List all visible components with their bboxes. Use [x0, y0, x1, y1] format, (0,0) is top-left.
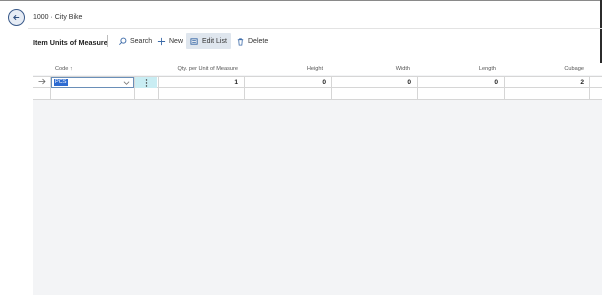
page-frame: 1000 · City Bike Item Units of Measure S…: [0, 0, 602, 295]
plus-icon: [157, 37, 166, 45]
table-row-empty[interactable]: [33, 88, 602, 100]
column-divider: [158, 76, 159, 100]
column-header-height[interactable]: Height: [246, 66, 323, 72]
column-header-qty[interactable]: Qty. per Unit of Measure: [160, 66, 238, 72]
delete-button[interactable]: Delete: [232, 33, 272, 49]
column-divider: [244, 76, 245, 100]
height-cell[interactable]: 0: [246, 79, 326, 86]
search-button[interactable]: Search: [114, 33, 156, 49]
code-field[interactable]: PCS: [51, 77, 134, 88]
list-title: Item Units of Measure: [33, 38, 108, 47]
more-options-icon: [145, 78, 147, 87]
width-cell[interactable]: 0: [332, 79, 411, 86]
column-header-width[interactable]: Width: [332, 66, 410, 72]
column-header-length[interactable]: Length: [418, 66, 496, 72]
cubage-cell[interactable]: 2: [505, 79, 584, 86]
column-header-code[interactable]: Code ↑: [55, 66, 73, 72]
search-label: Search: [130, 37, 153, 45]
row-actions-button[interactable]: [135, 77, 157, 88]
search-icon: [119, 37, 127, 45]
back-button[interactable]: [8, 9, 25, 26]
edit-list-button[interactable]: Edit List: [186, 33, 231, 49]
delete-label: Delete: [248, 37, 269, 45]
current-row-arrow-icon: [38, 78, 46, 85]
page-title: 1000 · City Bike: [33, 14, 83, 21]
back-arrow-icon: [13, 14, 20, 21]
top-border: [0, 0, 602, 1]
column-divider: [589, 76, 590, 100]
header-divider: [28, 28, 602, 29]
toolbar-separator: [107, 35, 108, 47]
trash-icon: [237, 37, 244, 46]
length-cell[interactable]: 0: [418, 79, 498, 86]
new-button[interactable]: New: [153, 33, 187, 49]
qty-cell[interactable]: 1: [160, 79, 238, 86]
new-label: New: [169, 37, 184, 45]
column-header-cubage[interactable]: Cubage: [505, 66, 584, 72]
chevron-down-icon[interactable]: [123, 80, 130, 86]
code-value: PCS: [54, 79, 68, 86]
edit-list-label: Edit List: [202, 37, 227, 45]
edit-list-icon: [190, 37, 198, 45]
